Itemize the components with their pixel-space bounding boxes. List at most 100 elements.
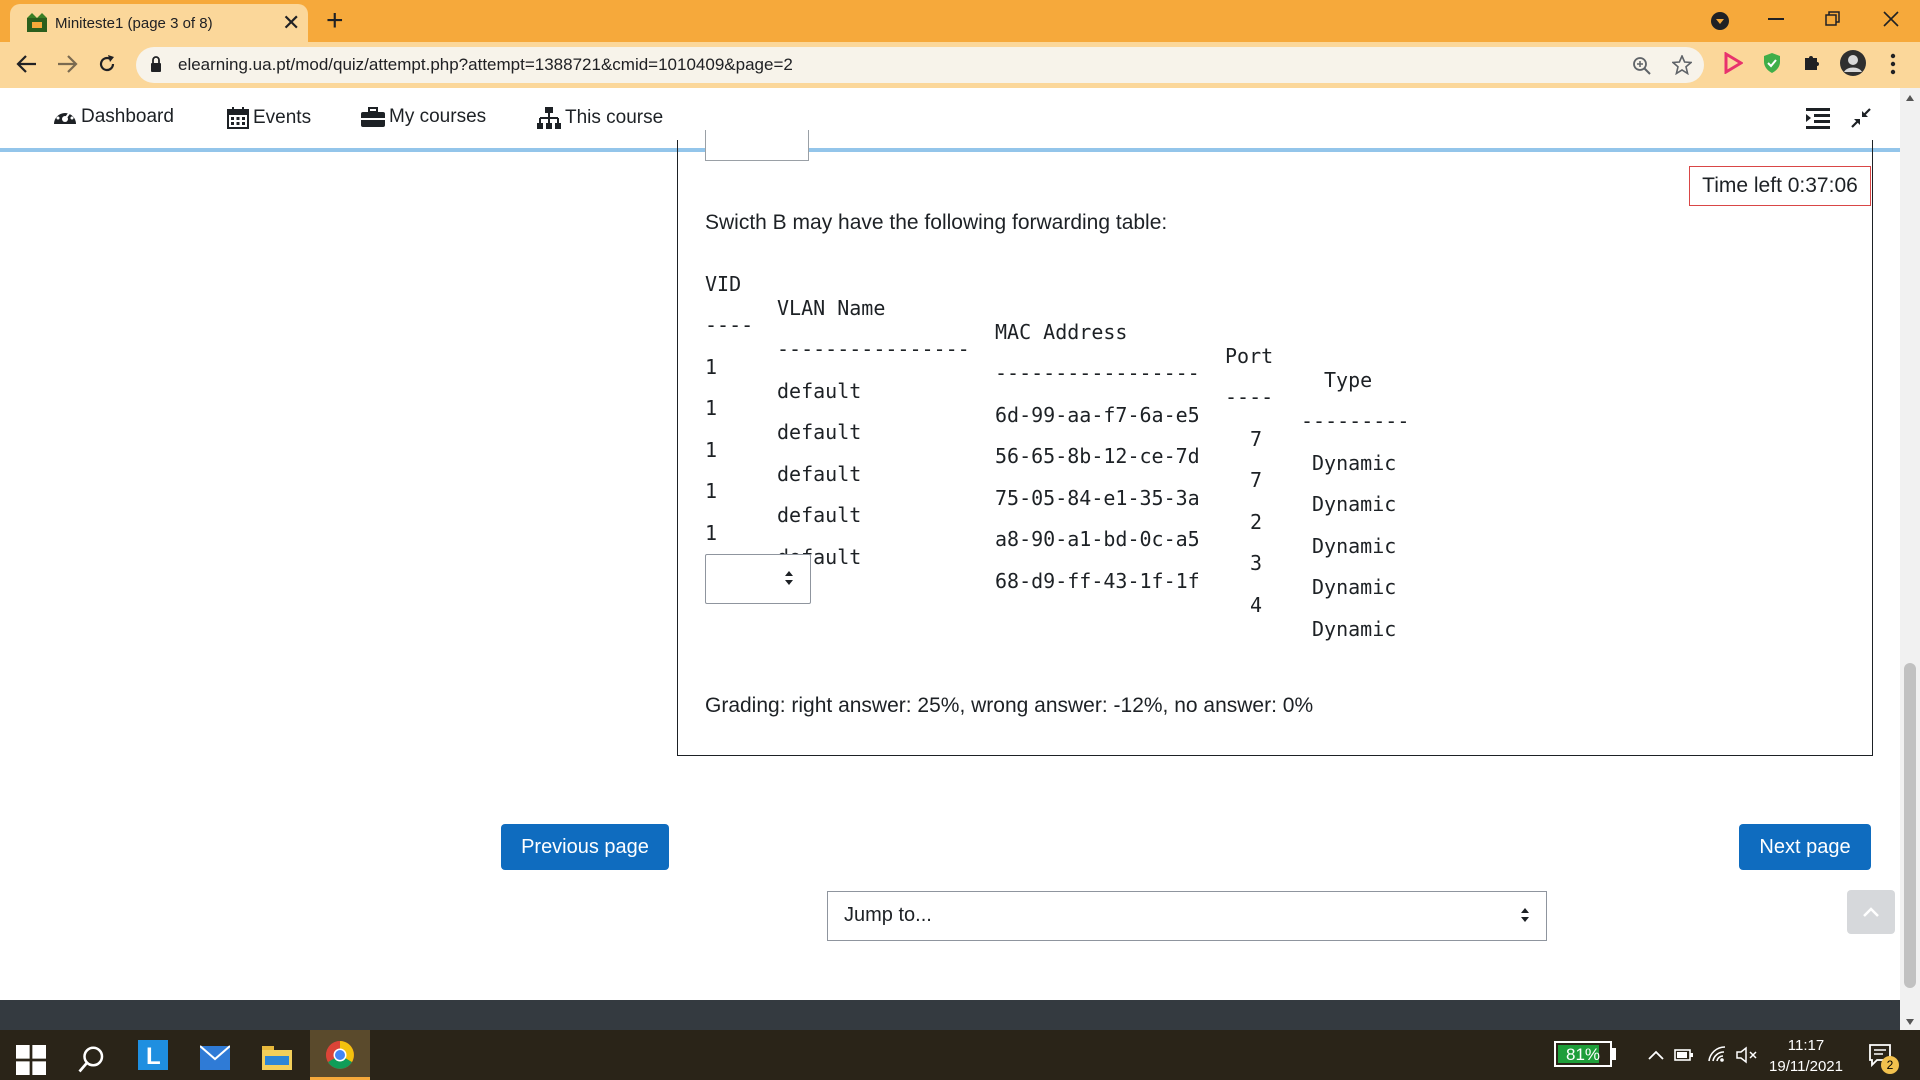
- cell-port: 2: [1250, 510, 1263, 534]
- page-footer: [0, 1000, 1900, 1030]
- scroll-up-icon[interactable]: [1905, 94, 1915, 102]
- chevron-up-icon: [1863, 907, 1879, 917]
- lock-icon[interactable]: [150, 55, 162, 73]
- nav-events-label: Events: [253, 107, 312, 128]
- previous-answer-select[interactable]: [705, 130, 809, 161]
- nav-my-courses-label: My courses: [389, 106, 487, 127]
- nav-this-course-label: This course: [565, 107, 664, 128]
- sitemap-icon: [537, 107, 561, 129]
- header-mac-address: MAC Address: [995, 320, 1128, 344]
- browser-tab[interactable]: Miniteste1 (page 3 of 8) ✕: [10, 4, 308, 42]
- cell-mac-address: 6d-99-aa-f7-6a-e5: [995, 403, 1200, 427]
- grading-text: Grading: right answer: 25%, wrong answer…: [705, 694, 1314, 717]
- browser-toolbar: elearning.ua.pt/mod/quiz/attempt.php?att…: [0, 42, 1920, 88]
- calendar-icon: [227, 107, 249, 129]
- header-vlan-name: VLAN Name: [777, 296, 886, 320]
- extension-play-icon[interactable]: [1723, 52, 1743, 74]
- scroll-down-icon[interactable]: [1905, 1018, 1915, 1026]
- chrome-icon: [326, 1041, 354, 1069]
- cell-type: Dynamic: [1312, 575, 1397, 599]
- forward-icon[interactable]: [56, 54, 78, 74]
- cell-type: Dynamic: [1312, 534, 1397, 558]
- scrollbar-thumb[interactable]: [1904, 663, 1916, 988]
- power-plug-icon[interactable]: [1674, 1048, 1694, 1062]
- jump-to-select[interactable]: Jump to...: [827, 891, 1547, 941]
- tab-close-icon[interactable]: ✕: [282, 10, 300, 36]
- cell-type: Dynamic: [1312, 451, 1397, 475]
- separator-type: ---------: [1301, 409, 1410, 433]
- nav-this-course[interactable]: This course: [536, 106, 663, 130]
- cell-vlan-name: default: [777, 420, 862, 444]
- app-l-icon[interactable]: L: [138, 1040, 168, 1070]
- cell-vlan-name: default: [777, 462, 862, 486]
- clock-date: 19/11/2021: [1769, 1058, 1843, 1075]
- new-tab-button[interactable]: +: [326, 4, 344, 38]
- cell-mac-address: a8-90-a1-bd-0c-a5: [995, 527, 1200, 551]
- back-to-top-button[interactable]: [1847, 890, 1895, 934]
- windows-start-icon[interactable]: [16, 1045, 46, 1075]
- select-arrows-icon: [785, 571, 793, 585]
- reload-icon[interactable]: [97, 54, 117, 74]
- nav-events[interactable]: Events: [226, 106, 311, 130]
- back-icon[interactable]: [16, 54, 38, 74]
- nav-my-courses[interactable]: My courses: [360, 106, 486, 128]
- profile-avatar-icon[interactable]: [1840, 50, 1866, 76]
- tab-title: Miniteste1 (page 3 of 8): [55, 15, 213, 32]
- cell-port: 4: [1250, 593, 1263, 617]
- battery-percent: 81%: [1565, 1045, 1601, 1064]
- next-page-button[interactable]: Next page: [1739, 824, 1871, 870]
- separator-port: ----: [1225, 385, 1274, 409]
- collapse-fullscreen-icon[interactable]: [1850, 107, 1872, 129]
- moodle-favicon-icon: [27, 13, 47, 32]
- page-scrollbar[interactable]: [1900, 88, 1920, 1030]
- cell-type: Dynamic: [1312, 617, 1397, 641]
- chevron-up-icon[interactable]: [1648, 1050, 1664, 1060]
- system-clock[interactable]: 11:17 19/11/2021: [1766, 1035, 1846, 1077]
- dashboard-gauge-icon: [54, 110, 76, 124]
- cell-type: Dynamic: [1312, 492, 1397, 516]
- cell-port: 7: [1250, 427, 1263, 451]
- restore-icon[interactable]: [1825, 11, 1841, 27]
- answer-select[interactable]: [705, 554, 811, 604]
- nav-dashboard[interactable]: Dashboard: [52, 106, 174, 128]
- quiz-timer: Time left 0:37:06: [1689, 166, 1871, 206]
- previous-page-button[interactable]: Previous page: [501, 824, 669, 870]
- drawer-toggle-icon[interactable]: [1806, 107, 1830, 129]
- search-icon[interactable]: [77, 1044, 107, 1074]
- windows-taskbar: L 81% 11:17 19/11/2021 2: [0, 1030, 1920, 1080]
- cell-mac-address: 75-05-84-e1-35-3a: [995, 486, 1200, 510]
- window-close-icon[interactable]: [1882, 10, 1900, 28]
- speaker-muted-icon[interactable]: [1736, 1046, 1758, 1064]
- cell-vlan-name: default: [777, 503, 862, 527]
- header-port: Port: [1225, 344, 1274, 368]
- mail-icon[interactable]: [200, 1043, 230, 1073]
- jump-to-label: Jump to...: [844, 904, 932, 926]
- extension-shield-icon[interactable]: [1762, 52, 1782, 74]
- separator-vlan-name: ----------------: [777, 337, 970, 361]
- cell-mac-address: 68-d9-ff-43-1f-1f: [995, 569, 1200, 593]
- cell-vlan-name: default: [777, 379, 862, 403]
- zoom-icon[interactable]: [1632, 56, 1652, 76]
- minimize-icon[interactable]: [1768, 18, 1784, 22]
- file-explorer-icon[interactable]: [262, 1042, 292, 1072]
- extensions-puzzle-icon[interactable]: [1802, 52, 1822, 74]
- battery-tip: [1612, 1048, 1616, 1060]
- nav-dashboard-label: Dashboard: [81, 106, 174, 127]
- briefcase-icon: [361, 107, 385, 127]
- clock-time: 11:17: [1787, 1037, 1825, 1054]
- notification-count-badge: 2: [1881, 1056, 1899, 1074]
- bookmark-star-icon[interactable]: [1672, 55, 1692, 75]
- svg-text:L: L: [146, 1043, 161, 1070]
- url-text[interactable]: elearning.ua.pt/mod/quiz/attempt.php?att…: [178, 55, 793, 75]
- wifi-icon[interactable]: [1707, 1045, 1727, 1063]
- battery-indicator[interactable]: 81%: [1554, 1041, 1612, 1067]
- cell-port: 3: [1250, 551, 1263, 575]
- tab-search-icon[interactable]: [1710, 11, 1730, 31]
- address-bar[interactable]: elearning.ua.pt/mod/quiz/attempt.php?att…: [136, 47, 1704, 83]
- question-intro: Swicth B may have the following forwardi…: [705, 211, 1168, 234]
- chrome-taskbar-item[interactable]: [310, 1030, 370, 1080]
- cell-port: 7: [1250, 468, 1263, 492]
- cell-mac-address: 56-65-8b-12-ce-7d: [995, 444, 1200, 468]
- browser-menu-icon[interactable]: [1890, 53, 1896, 75]
- header-type: Type: [1324, 368, 1373, 392]
